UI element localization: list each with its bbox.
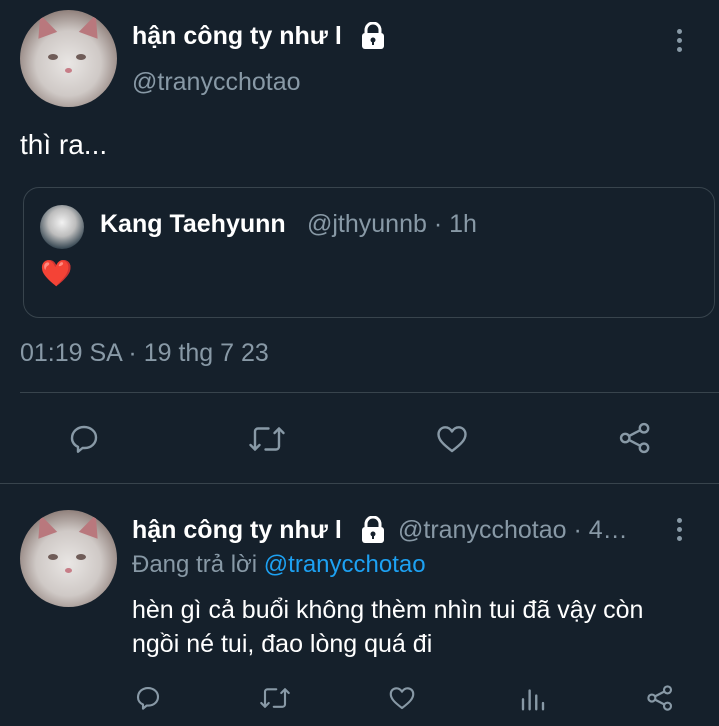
reply-icon[interactable] bbox=[133, 683, 163, 713]
divider bbox=[0, 483, 719, 484]
tweet-text: thì ra... bbox=[20, 129, 108, 160]
tweet-timestamp[interactable]: 01:19 SA · 19 thg 7 23 bbox=[20, 339, 269, 368]
like-icon[interactable] bbox=[387, 683, 417, 713]
share-icon[interactable] bbox=[645, 683, 675, 713]
more-options-icon[interactable] bbox=[677, 29, 682, 52]
more-options-icon[interactable] bbox=[677, 518, 682, 541]
retweet-icon[interactable] bbox=[258, 683, 292, 713]
author-display-name[interactable]: hận công ty như l bbox=[132, 22, 342, 51]
reply-author-avatar[interactable] bbox=[20, 510, 117, 607]
reply-author-handle-meta[interactable]: @tranycchotao · 4… bbox=[398, 516, 628, 545]
lock-icon bbox=[358, 21, 388, 55]
reply-text: hèn gì cả buổi không thèm nhìn tui đã vậ… bbox=[132, 596, 644, 658]
share-icon[interactable] bbox=[617, 420, 653, 456]
author-avatar[interactable] bbox=[20, 10, 117, 107]
author-handle[interactable]: @tranycchotao bbox=[132, 68, 301, 97]
quoted-author-meta: @jthyunnb · 1h bbox=[307, 210, 477, 238]
like-icon[interactable] bbox=[434, 421, 470, 457]
quoted-author-avatar bbox=[40, 205, 84, 249]
retweet-icon[interactable] bbox=[247, 421, 287, 457]
quoted-author-name: Kang Taehyunn bbox=[100, 210, 286, 238]
divider bbox=[20, 392, 719, 393]
replying-to-handle[interactable]: @tranycchotao bbox=[264, 551, 426, 578]
tweet-detail-page: hận công ty như l @tranycchotao thì ra..… bbox=[0, 0, 719, 726]
lock-icon bbox=[358, 515, 388, 549]
reply-icon[interactable] bbox=[66, 421, 102, 457]
quoted-tweet[interactable]: Kang Taehyunn @jthyunnb · 1h ❤️ bbox=[23, 187, 715, 318]
replying-to-label: Đang trả lời bbox=[132, 551, 258, 578]
replying-to: Đang trả lời @tranycchotao bbox=[132, 551, 426, 579]
analytics-icon[interactable] bbox=[518, 683, 548, 713]
reply-author-display-name[interactable]: hận công ty như l bbox=[132, 516, 342, 545]
quoted-tweet-text: ❤️ bbox=[40, 258, 73, 288]
